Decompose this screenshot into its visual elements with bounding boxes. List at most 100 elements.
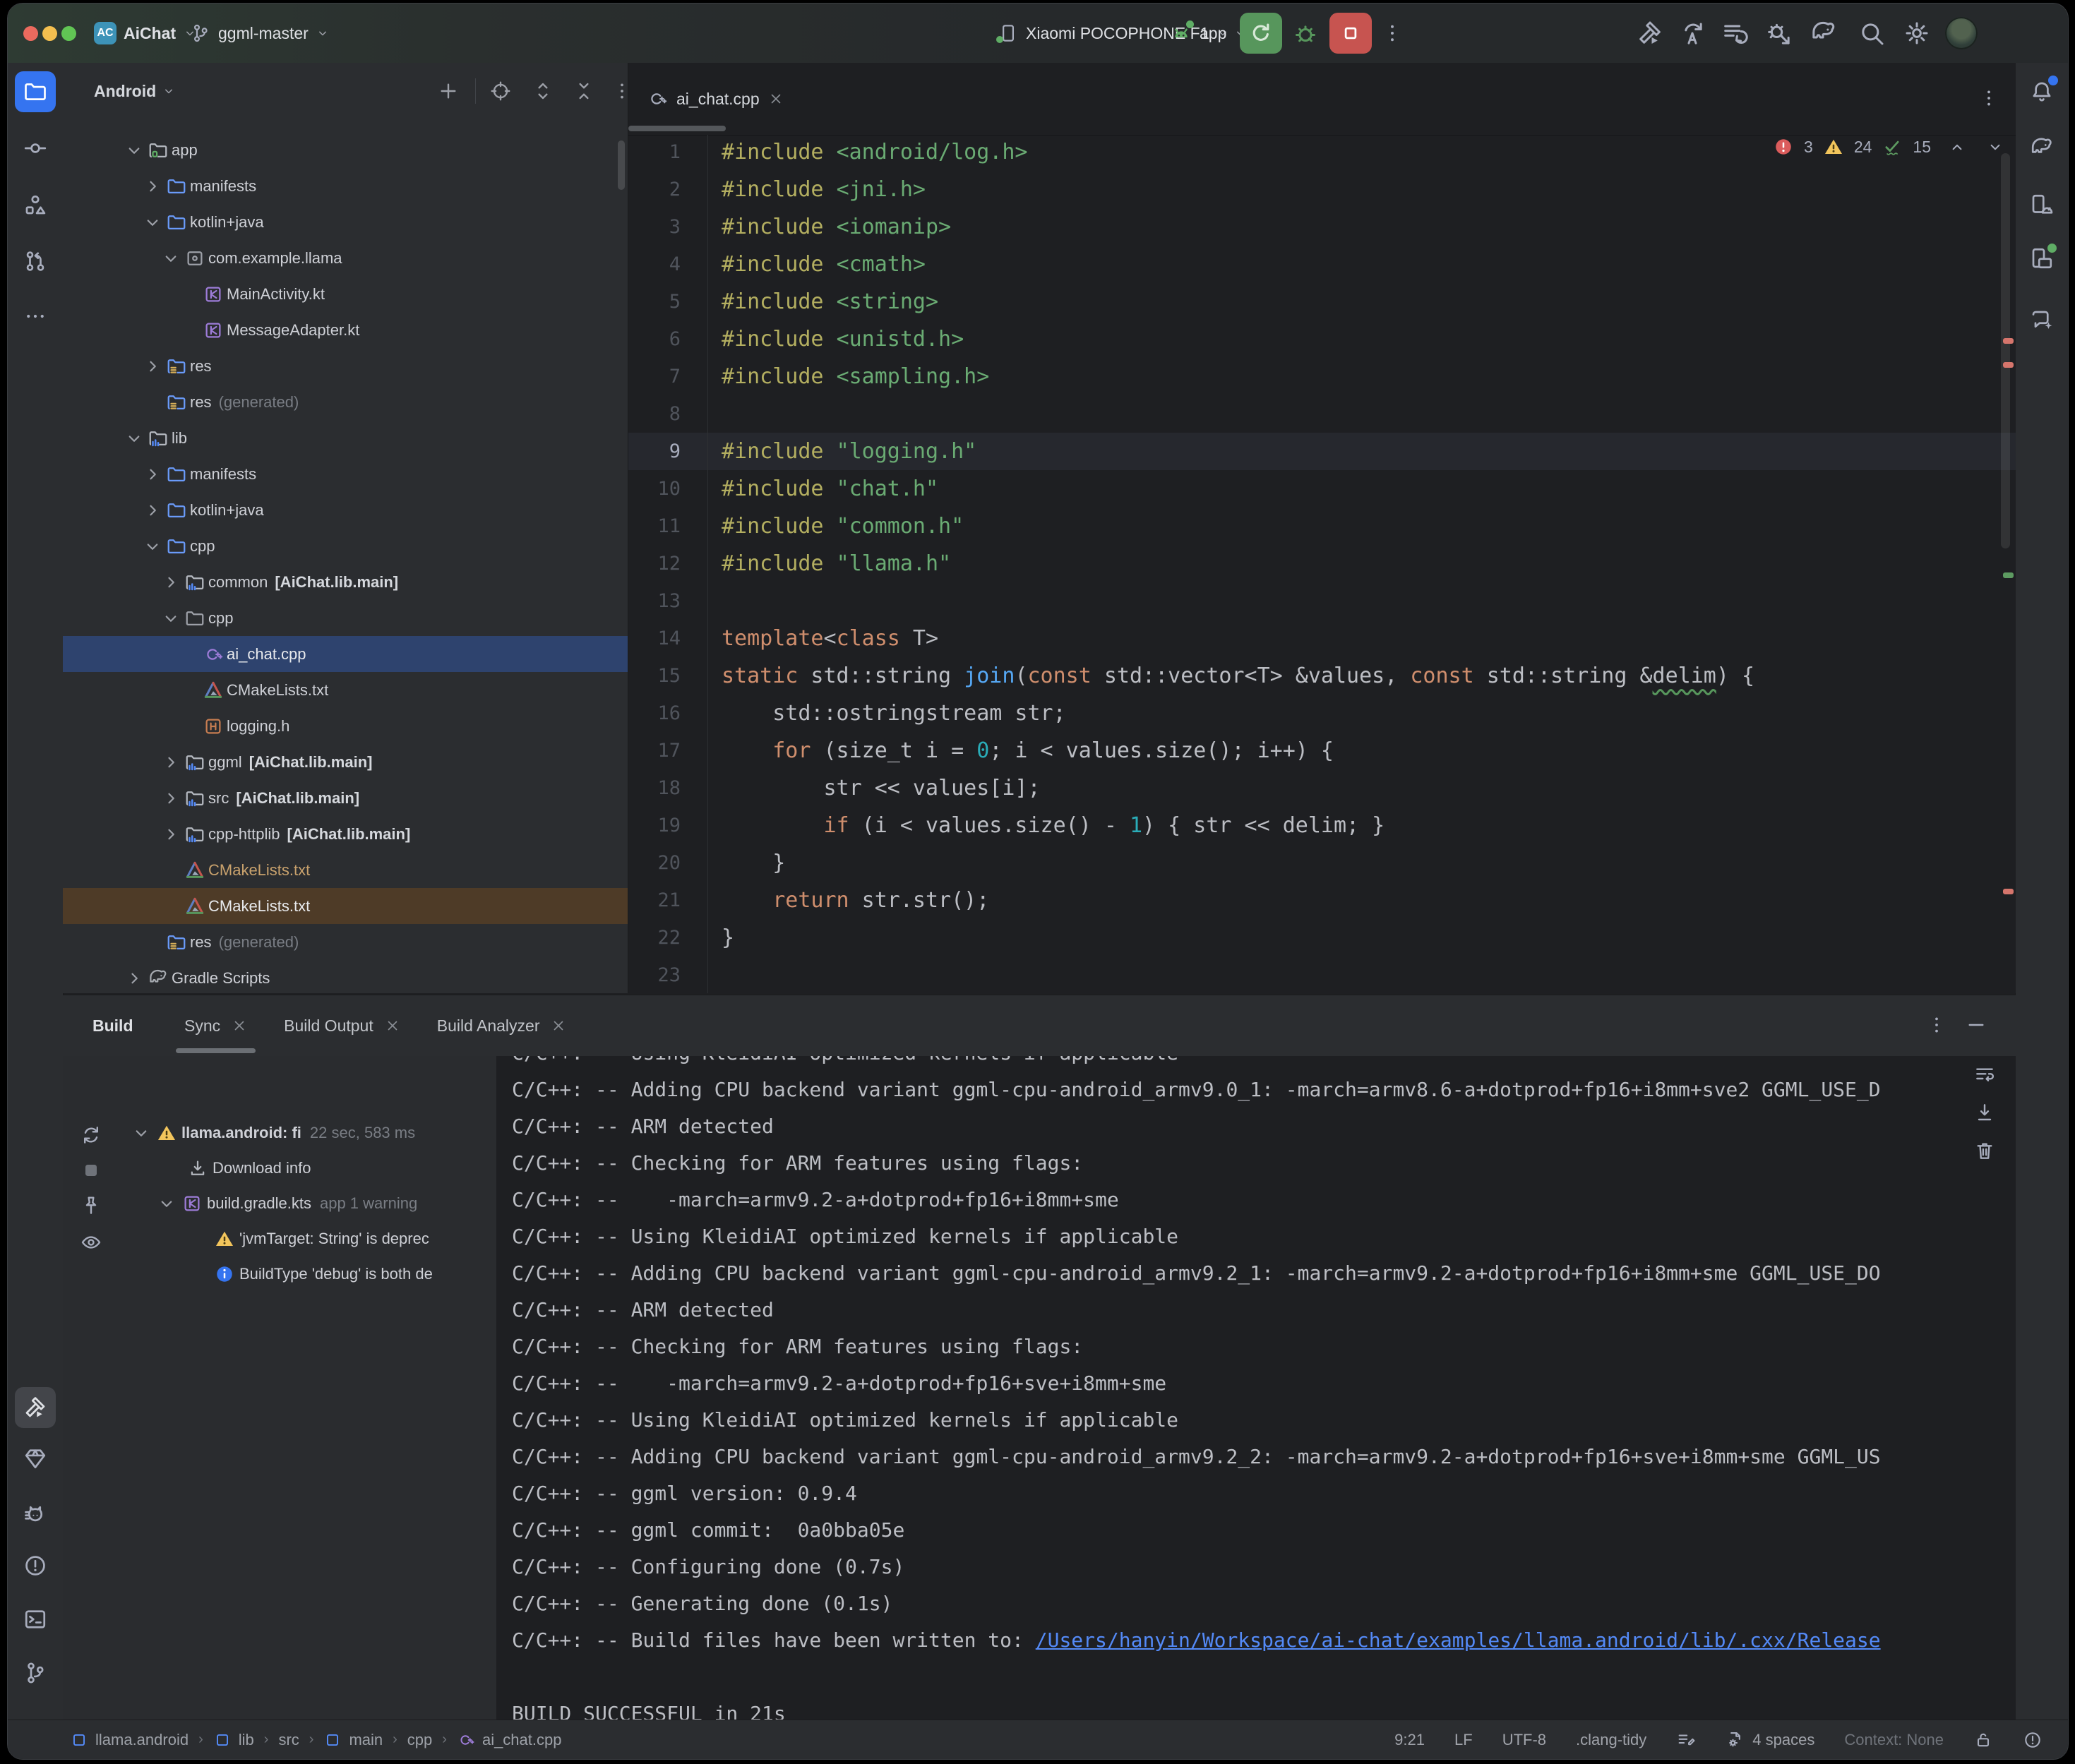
maximize-window-button[interactable] [61,26,76,41]
tree-item-ai-chat-cpp[interactable]: ai_chat.cpp [63,636,628,672]
tree-item-kotlin-java[interactable]: kotlin+java [63,492,628,528]
tab-scroll-indicator[interactable] [628,126,726,131]
breadcrumb-item-lib[interactable]: lib [213,1731,254,1749]
tool-gemini-button[interactable] [2021,300,2062,341]
chevron-right-icon[interactable] [142,356,163,377]
code-line-22[interactable]: 22} [628,919,2016,956]
chevron-down-icon[interactable] [160,248,181,269]
tool-commit-button[interactable] [15,128,56,169]
user-avatar[interactable] [1945,17,1978,49]
tool-running-devices-button[interactable] [2021,238,2062,279]
chevron-down-icon[interactable] [160,608,181,629]
code-line-5[interactable]: 5#include <string> [628,283,2016,320]
build-tab-build-output[interactable]: Build Output [268,995,416,1056]
run-configuration-selector[interactable]: app [1170,4,1248,63]
stop-button[interactable] [1329,13,1372,54]
chevron-right-icon[interactable] [160,824,181,845]
project-widget[interactable]: AC AiChat [94,4,197,63]
code-line-3[interactable]: 3#include <iomanip> [628,208,2016,246]
tool-project-button[interactable] [15,71,56,112]
chevron-down-icon[interactable] [156,1193,177,1214]
status-widget-inspect-pen[interactable] [1676,1730,1696,1750]
code-line-8[interactable]: 8 [628,395,2016,433]
sync-translate-button[interactable] [1678,19,1706,47]
code-line-9[interactable]: 9#include "logging.h" [628,433,2016,470]
chevron-down-icon[interactable] [142,212,163,233]
code-line-16[interactable]: 16 std::ostringstream str; [628,695,2016,732]
build-options-icon[interactable] [1925,1014,1948,1036]
code-editor[interactable]: 1#include <android/log.h>2#include <jni.… [628,133,2016,993]
tab-options-icon[interactable] [1978,87,2000,109]
code-line-11[interactable]: 11#include "common.h" [628,508,2016,545]
select-opened-file-icon[interactable] [489,80,512,102]
soft-wrap-icon[interactable] [1973,1063,1996,1086]
minimize-window-button[interactable] [42,26,57,41]
code-line-23[interactable]: 23 [628,956,2016,993]
tree-item-src[interactable]: src[AiChat.lib.main] [63,780,628,816]
tree-item-res[interactable]: res [63,348,628,384]
close-tab-icon[interactable] [551,1018,566,1033]
tool-build-button[interactable] [15,1387,56,1428]
collapse-all-icon[interactable] [573,80,595,102]
status-widget--clang-tidy[interactable]: .clang-tidy [1576,1731,1646,1749]
tree-item-common[interactable]: common[AiChat.lib.main] [63,564,628,600]
status-widget-lf[interactable]: LF [1454,1731,1473,1749]
build-tree-item[interactable]: BuildType 'debug' is both de [63,1256,495,1292]
tree-item-cmakelists-txt[interactable]: CMakeLists.txt [63,888,628,924]
error-stripe-mark[interactable] [2003,338,2014,344]
add-icon[interactable] [437,80,460,102]
close-tab-icon[interactable] [768,91,784,107]
console-file-link[interactable]: /Users/hanyin/Workspace/ai-chat/examples… [1036,1628,1881,1652]
code-line-12[interactable]: 12#include "llama.h" [628,545,2016,582]
chevron-right-icon[interactable] [124,968,145,989]
tree-item-manifests[interactable]: manifests [63,456,628,492]
code-line-14[interactable]: 14template<class T> [628,620,2016,657]
code-line-4[interactable]: 4#include <cmath> [628,246,2016,283]
tool-structure-button[interactable] [15,184,56,225]
code-line-7[interactable]: 7#include <sampling.h> [628,358,2016,395]
code-line-21[interactable]: 21 return str.str(); [628,882,2016,919]
code-line-17[interactable]: 17 for (size_t i = 0; i < values.size();… [628,732,2016,769]
tool-terminal-button[interactable] [15,1599,56,1640]
chevron-right-icon[interactable] [160,752,181,773]
status-widget-4-spaces[interactable]: 4 spaces [1726,1730,1814,1750]
error-stripe-mark[interactable] [2003,362,2014,368]
code-line-15[interactable]: 15static std::string join(const std::vec… [628,657,2016,695]
vcs-branch-widget[interactable]: ggml-master [190,4,330,63]
chevron-down-icon[interactable] [142,536,163,557]
breadcrumb-item-main[interactable]: main [323,1731,383,1749]
panel-options-icon[interactable] [611,80,628,102]
tool-running-devices-button[interactable] [15,1438,56,1479]
breadcrumb-item-src[interactable]: src [278,1731,299,1749]
code-line-18[interactable]: 18 str << values[i]; [628,769,2016,807]
tool-logcat-button[interactable] [15,1494,56,1535]
tool-version-control-button[interactable] [15,1652,56,1693]
tree-item-cpp[interactable]: cpp [63,528,628,564]
chevron-right-icon[interactable] [160,788,181,809]
tree-item-logging-h[interactable]: logging.h [63,708,628,744]
tree-item-manifests[interactable]: manifests [63,168,628,204]
attach-debugger-button[interactable] [1764,19,1793,47]
hide-build-panel-icon[interactable] [1965,1014,1987,1036]
build-project-button[interactable] [1636,19,1664,47]
tree-item-lib[interactable]: lib [63,420,628,456]
tree-item-gradle-scripts[interactable]: Gradle Scripts [63,960,628,993]
tree-item-res[interactable]: res(generated) [63,924,628,960]
tree-item-mainactivity-kt[interactable]: MainActivity.kt [63,276,628,312]
clear-console-icon[interactable] [1973,1139,1996,1162]
search-everywhere-button[interactable] [1858,19,1886,47]
build-console[interactable]: C/C++: -- Using KleidiAI optimized kerne… [496,1056,1952,1720]
close-window-button[interactable] [23,26,38,41]
tree-item-cmakelists-txt[interactable]: CMakeLists.txt [63,672,628,708]
tree-item-cmakelists-txt[interactable]: CMakeLists.txt [63,852,628,888]
tab-ai-chat-cpp[interactable]: ai_chat.cpp [637,63,794,135]
tool-problems-button[interactable] [15,1545,56,1586]
chevron-down-icon[interactable] [131,1122,152,1144]
code-line-20[interactable]: 20 } [628,844,2016,882]
code-line-1[interactable]: 1#include <android/log.h> [628,133,2016,171]
project-view-selector[interactable]: Android [94,63,176,119]
status-widget-lock-open[interactable] [1973,1730,1993,1750]
gradle-sync-button[interactable] [1810,19,1838,47]
status-widget-err-outline[interactable] [2023,1730,2043,1750]
chevron-right-icon[interactable] [142,176,163,197]
